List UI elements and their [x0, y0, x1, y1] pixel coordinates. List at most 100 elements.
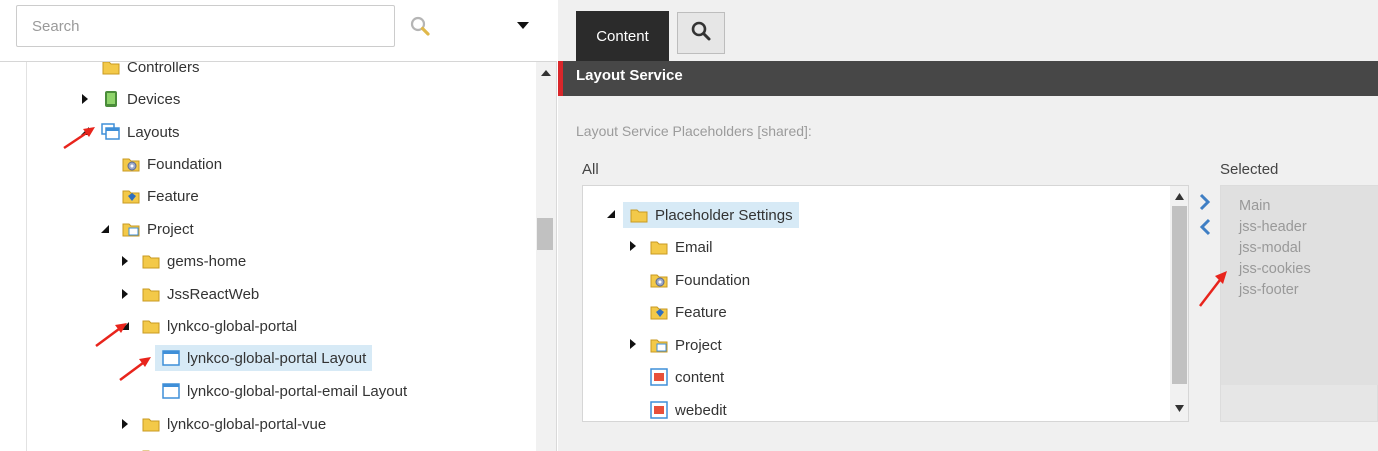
folder-icon: [141, 447, 161, 451]
folder-icon: [101, 62, 121, 76]
tree-item-email[interactable]: Email: [649, 234, 719, 260]
scroll-down-icon[interactable]: [1174, 404, 1185, 413]
tree-item-label: Feature: [675, 303, 727, 321]
tree-item-label: Placeholder Settings: [651, 203, 799, 227]
expand-arrow-icon[interactable]: [79, 93, 91, 105]
annotation-arrow-icon: [63, 127, 95, 150]
tree-item-jssreactweb[interactable]: JssReactWeb: [141, 281, 265, 307]
collapse-arrow-icon[interactable]: [605, 208, 617, 220]
selected-item[interactable]: jss-cookies: [1239, 261, 1311, 277]
expand-arrow-icon[interactable]: [119, 288, 131, 300]
tree-item-label: lynkco-global-portal-email Layout: [187, 382, 408, 400]
selected-item[interactable]: jss-modal: [1239, 240, 1301, 256]
tree-item-label: Email: [675, 238, 713, 256]
tree-item-label: Controllers: [127, 62, 200, 76]
search-bar: [0, 0, 557, 62]
folder-gear-icon: [121, 155, 141, 173]
tree-item-label: Layouts: [127, 123, 180, 141]
tree-item-label: Foundation: [675, 271, 751, 289]
tree-item-controllers[interactable]: Controllers: [101, 62, 206, 80]
tree-item-label: lynkco-global-portal: [167, 317, 298, 335]
expand-arrow-icon[interactable]: [627, 338, 639, 350]
expand-arrow-icon[interactable]: [119, 255, 131, 267]
device-icon: [101, 90, 121, 108]
all-placeholders-tree: Placeholder Settings Email Foundation Fe…: [582, 185, 1189, 422]
tree-item-portal-email-layout[interactable]: lynkco-global-portal-email Layout: [161, 378, 413, 404]
tree-item-label: Project: [147, 220, 194, 238]
selected-list: Main jss-header jss-modal jss-cookies js…: [1199, 185, 1378, 422]
folder-icon: [141, 317, 161, 335]
tree-item-webedit[interactable]: webedit: [649, 397, 733, 421]
tab-content[interactable]: Content: [576, 11, 669, 61]
field-label: Layout Service Placeholders [shared]:: [576, 123, 812, 139]
all-label: All: [582, 161, 599, 178]
placeholder-icon: [649, 401, 669, 419]
tree-item-project[interactable]: Project: [121, 216, 200, 242]
search-icon: [690, 20, 712, 46]
section-title: Layout Service: [576, 67, 683, 84]
folder-icon: [649, 238, 669, 256]
tree-item-portal-layout[interactable]: lynkco-global-portal Layout: [155, 345, 373, 371]
folder-feature-icon: [649, 303, 669, 321]
tree-item-label: lynkco-global-portal Layout: [183, 346, 373, 370]
tree-item-label: Project: [675, 336, 722, 354]
tree-item-feature[interactable]: Feature: [121, 183, 205, 209]
folder-feature-icon: [121, 187, 141, 205]
folder-icon: [141, 285, 161, 303]
expand-arrow-icon[interactable]: [627, 240, 639, 252]
scrollbar-thumb[interactable]: [1172, 206, 1187, 384]
tree-item-gems-home[interactable]: gems-home: [141, 248, 252, 274]
selected-label: Selected: [1220, 161, 1279, 178]
section-header[interactable]: Layout Service: [558, 61, 1378, 96]
tree-item-layouts[interactable]: Layouts: [101, 119, 186, 145]
search-input[interactable]: [16, 5, 395, 47]
selected-item[interactable]: Main: [1239, 198, 1270, 214]
tree-item-label: content: [675, 368, 725, 386]
selected-item[interactable]: jss-header: [1239, 219, 1307, 235]
tree-item-label: gems-home: [167, 252, 247, 270]
tree-item-label: Devices: [127, 90, 181, 108]
layouts-icon: [101, 123, 121, 141]
all-scrollbar[interactable]: [1170, 186, 1188, 421]
tree-item-feature[interactable]: Feature: [649, 299, 733, 325]
content-tree-pane: Controllers Devices Layouts Foundation: [0, 0, 557, 451]
expand-arrow-icon[interactable]: [119, 418, 131, 430]
tree-item-label: webedit: [675, 401, 727, 419]
tree-item-lynkco-global-portal-vue[interactable]: lynkco-global-portal-vue: [141, 411, 332, 437]
editor-pane: Content Layout Service Layout Service Pl…: [558, 0, 1378, 451]
folder-icon: [141, 415, 161, 433]
tree-item-content[interactable]: content: [649, 364, 730, 390]
folder-icon: [629, 206, 649, 224]
layout-icon: [161, 349, 181, 367]
tree-item-partial[interactable]: [141, 443, 163, 451]
tree-item-label: lynkco-global-portal-vue: [167, 415, 327, 433]
selected-item[interactable]: jss-footer: [1239, 282, 1299, 298]
tree-item-foundation[interactable]: Foundation: [649, 267, 756, 293]
folder-icon: [141, 252, 161, 270]
scroll-up-icon[interactable]: [1174, 192, 1185, 201]
scrollbar-thumb[interactable]: [537, 218, 553, 250]
content-tree: Controllers Devices Layouts Foundation F…: [26, 62, 536, 451]
tree-item-devices[interactable]: Devices: [101, 86, 186, 112]
tree-item-label: JssReactWeb: [167, 285, 260, 303]
tree-scrollbar[interactable]: [536, 62, 556, 451]
annotation-arrow-icon: [95, 323, 127, 348]
folder-gear-icon: [649, 271, 669, 289]
collapse-arrow-icon[interactable]: [99, 223, 111, 235]
search-icon[interactable]: [408, 14, 434, 40]
tree-item-label: Feature: [147, 187, 199, 205]
folder-project-icon: [649, 336, 669, 354]
move-right-icon[interactable]: [1197, 193, 1213, 211]
tree-item-lynkco-global-portal[interactable]: lynkco-global-portal: [141, 313, 303, 339]
tab-search[interactable]: [677, 12, 725, 54]
scroll-up-icon[interactable]: [540, 68, 552, 78]
tree-item-foundation[interactable]: Foundation: [121, 151, 228, 177]
annotation-arrow-icon: [119, 357, 151, 382]
tree-item-placeholder-settings[interactable]: Placeholder Settings: [623, 202, 799, 228]
tree-item-label: Foundation: [147, 155, 223, 173]
placeholder-icon: [649, 368, 669, 386]
move-left-icon[interactable]: [1197, 218, 1213, 236]
chevron-down-icon[interactable]: [510, 16, 536, 36]
tree-item-project[interactable]: Project: [649, 332, 728, 358]
annotation-arrow-icon: [1199, 271, 1227, 307]
